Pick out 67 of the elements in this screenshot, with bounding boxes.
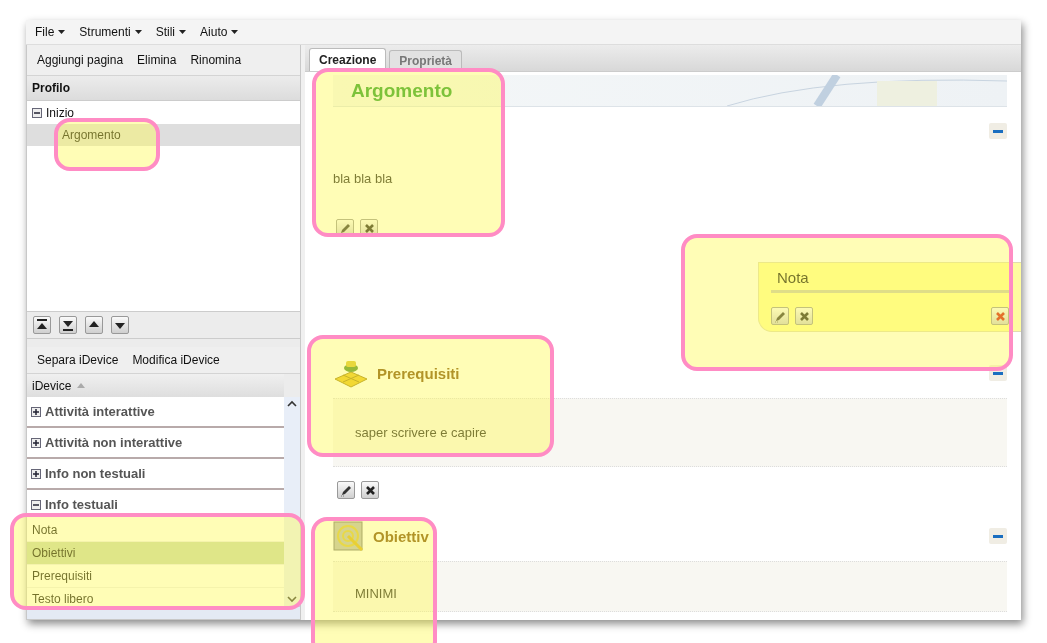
category-label: Attività non interattive (45, 435, 183, 450)
move-top-button[interactable] (33, 316, 51, 334)
category-row[interactable]: Attività interattive (27, 397, 284, 428)
arrow-to-bottom-icon (62, 319, 74, 331)
toolbar-button[interactable]: Rinomina (185, 51, 247, 69)
menu-item[interactable]: File (35, 25, 66, 39)
category-label: Info non testuali (45, 466, 146, 481)
tree-item-label: Argomento (62, 128, 121, 142)
delete-icon (364, 484, 376, 496)
pencil-icon (338, 221, 352, 235)
tab[interactable]: Proprietà (389, 50, 463, 71)
edit-button[interactable] (337, 481, 355, 499)
horizontal-scrollbar[interactable] (27, 606, 300, 619)
menu-item[interactable]: Stili (155, 25, 187, 39)
minus-icon (993, 129, 1003, 133)
column-header[interactable]: iDevice (27, 374, 284, 397)
note-title: Nota (771, 269, 1009, 293)
toolbar-button[interactable]: Aggiungi pagina (32, 51, 129, 69)
delete-icon (994, 310, 1006, 322)
caret-icon (231, 30, 239, 34)
stacked-tiles-icon (333, 358, 369, 388)
sort-arrow-icon (77, 383, 86, 388)
body-text: MINIMI (355, 586, 398, 601)
category-row[interactable]: Attività non interattive (27, 428, 284, 459)
menu-item[interactable]: Aiuto (200, 25, 239, 39)
category-row[interactable]: Info testuali (27, 490, 284, 519)
page-title: Argomento (351, 79, 453, 102)
expand-icon (31, 437, 41, 448)
minus-icon (993, 534, 1003, 538)
caret-icon (134, 30, 142, 34)
collapse-icon (31, 499, 41, 510)
collapse-button[interactable] (989, 365, 1007, 381)
category-label: Info testuali (45, 497, 118, 512)
vertical-scrollbar[interactable] (284, 397, 300, 606)
toolbar-button[interactable]: Elimina (132, 51, 182, 69)
delete-icon (363, 222, 375, 234)
idevice-title: Obiettiv (373, 527, 429, 545)
delete-button[interactable] (361, 481, 379, 499)
caret-icon (58, 30, 66, 34)
category-row[interactable]: Info non testuali (27, 459, 284, 490)
tree-item[interactable]: Argomento (27, 124, 300, 146)
idevice-title: Prerequisiti (377, 364, 460, 382)
idevice-item[interactable]: Obiettivi (27, 542, 284, 565)
caret-icon (179, 30, 187, 34)
target-icon (333, 520, 365, 552)
tree-item-label: Inizio (46, 106, 74, 120)
collapse-icon (32, 108, 42, 118)
move-up-button[interactable] (85, 316, 103, 334)
move-bottom-button[interactable] (59, 316, 77, 334)
body-text: saper scrivere e capire (355, 425, 488, 440)
menu-item[interactable]: Strumenti (79, 25, 142, 39)
pencil-icon (339, 483, 353, 497)
collapse-button[interactable] (989, 528, 1007, 544)
toolbar-button[interactable]: Separa iDevice (32, 351, 124, 369)
tab[interactable]: Creazione (309, 48, 387, 71)
move-down-button[interactable] (111, 316, 129, 334)
close-button[interactable] (991, 307, 1009, 325)
expand-icon (31, 406, 41, 417)
collapse-button[interactable] (989, 123, 1007, 139)
pencil-icon (773, 309, 787, 323)
arrow-to-top-icon (36, 319, 48, 331)
expand-icon (31, 468, 41, 479)
tree-item[interactable]: Inizio (27, 102, 300, 124)
body-text: bla bla bla (333, 171, 394, 186)
category-label: Attività interattive (45, 404, 155, 419)
toolbar-button[interactable]: Modifica iDevice (127, 351, 225, 369)
delete-icon (798, 310, 810, 322)
